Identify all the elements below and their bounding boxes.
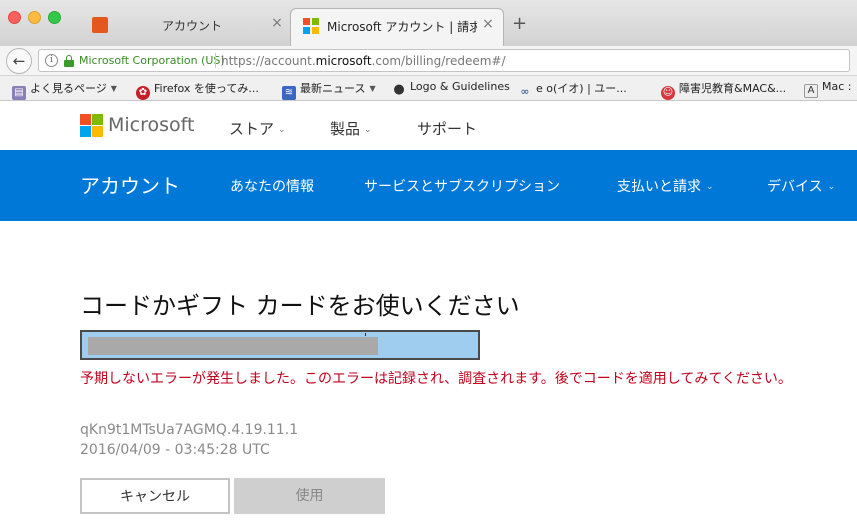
browser-titlebar: アカウント × Microsoft アカウント | 請求... × + bbox=[0, 0, 857, 47]
chevron-down-icon: ▼ bbox=[110, 84, 117, 93]
code-input[interactable] bbox=[80, 330, 480, 360]
text-caret bbox=[365, 333, 366, 336]
site-icon: A bbox=[804, 84, 818, 98]
use-button[interactable]: 使用 bbox=[234, 478, 385, 514]
lock-icon[interactable] bbox=[64, 55, 74, 67]
site-icon: ☺ bbox=[661, 86, 675, 100]
account-title[interactable]: アカウント bbox=[80, 170, 180, 199]
url-bar[interactable]: i Microsoft Corporation (US) https://acc… bbox=[38, 49, 850, 72]
close-window-button[interactable] bbox=[8, 11, 21, 24]
bookmark-most-visited[interactable]: ▤ よく見るページ ▼ bbox=[12, 80, 117, 100]
nav-your-info[interactable]: あなたの情報 bbox=[230, 176, 314, 196]
microsoft-wordmark[interactable]: Microsoft bbox=[108, 114, 194, 136]
redacted-code bbox=[88, 337, 378, 355]
eo-icon: ∞ bbox=[520, 85, 530, 98]
error-message: 予期しないエラーが発生しました。このエラーは記録され、調査されます。後でコードを… bbox=[80, 371, 792, 387]
navigation-toolbar: ← i Microsoft Corporation (US) https://a… bbox=[0, 46, 857, 76]
chevron-down-icon: ⌄ bbox=[706, 182, 714, 192]
nav-products[interactable]: 製品 ⌄ bbox=[330, 118, 372, 139]
new-tab-button[interactable]: + bbox=[512, 13, 527, 34]
bookmark-firefox[interactable]: ✿ Firefox を使ってみ... bbox=[136, 80, 259, 100]
trace-id: qKn9t1MTsUa7AGMQ.4.19.11.1 bbox=[80, 422, 299, 438]
nav-store[interactable]: ストア ⌄ bbox=[229, 118, 286, 139]
account-nav-bar: アカウント あなたの情報 サービスとサブスクリプション 支払いと請求 ⌄ デバイス… bbox=[0, 150, 857, 221]
site-identity[interactable]: Microsoft Corporation (US) bbox=[79, 54, 225, 67]
close-tab-icon[interactable]: × bbox=[481, 16, 495, 32]
close-tab-icon[interactable]: × bbox=[270, 15, 284, 31]
folder-icon: ▤ bbox=[12, 86, 26, 100]
site-header: Microsoft ストア ⌄ 製品 ⌄ サポート bbox=[0, 101, 857, 150]
bookmark-special-education[interactable]: ☺ 障害児教育&MAC&... bbox=[661, 80, 786, 100]
tab-title: アカウント bbox=[162, 19, 223, 33]
nav-services-subscriptions[interactable]: サービスとサブスクリプション bbox=[364, 176, 560, 196]
timestamp: 2016/04/09 - 03:45:28 UTC bbox=[80, 442, 270, 458]
info-icon[interactable]: i bbox=[45, 54, 58, 67]
microsoft-icon bbox=[303, 18, 319, 34]
nav-support[interactable]: サポート bbox=[417, 118, 477, 139]
bookmark-latest-news[interactable]: ≋ 最新ニュース ▼ bbox=[282, 80, 376, 100]
tab-account[interactable]: アカウント × bbox=[80, 8, 290, 46]
url-text[interactable]: https://account.microsoft.com/billing/re… bbox=[221, 54, 506, 68]
chevron-down-icon: ⌄ bbox=[827, 182, 836, 192]
minimize-window-button[interactable] bbox=[28, 11, 41, 24]
chevron-down-icon: ⌄ bbox=[278, 125, 286, 135]
back-button[interactable]: ← bbox=[6, 48, 32, 74]
chevron-down-icon: ⌄ bbox=[364, 125, 372, 135]
page-title: コードかギフト カードをお使いください bbox=[80, 292, 520, 320]
apple-icon: ● bbox=[393, 82, 405, 97]
nav-devices[interactable]: デバイス ⌄ bbox=[767, 176, 835, 196]
bookmark-mac[interactable]: A Mac : bbox=[804, 80, 851, 98]
microsoft-logo-icon[interactable] bbox=[80, 114, 103, 137]
tab-microsoft-account[interactable]: Microsoft アカウント | 請求... × bbox=[290, 8, 504, 46]
chevron-down-icon: ▼ bbox=[369, 84, 376, 93]
cancel-button[interactable]: キャンセル bbox=[80, 478, 230, 514]
url-divider bbox=[215, 53, 216, 68]
bookmark-eo[interactable]: ∞ e o(イオ) | ユー... bbox=[518, 80, 626, 99]
bookmark-logo-guidelines[interactable]: ● Logo & Guidelines bbox=[392, 80, 510, 97]
nav-payment-billing[interactable]: 支払いと請求 ⌄ bbox=[617, 176, 714, 196]
rss-icon: ≋ bbox=[282, 86, 296, 100]
office-icon bbox=[92, 17, 108, 33]
firefox-icon: ✿ bbox=[136, 86, 150, 100]
bookmarks-toolbar: ▤ よく見るページ ▼ ✿ Firefox を使ってみ... ≋ 最新ニュース ▼ ● Lo… bbox=[0, 76, 857, 101]
zoom-window-button[interactable] bbox=[48, 11, 61, 24]
tab-title: Microsoft アカウント | 請求... bbox=[327, 20, 477, 34]
